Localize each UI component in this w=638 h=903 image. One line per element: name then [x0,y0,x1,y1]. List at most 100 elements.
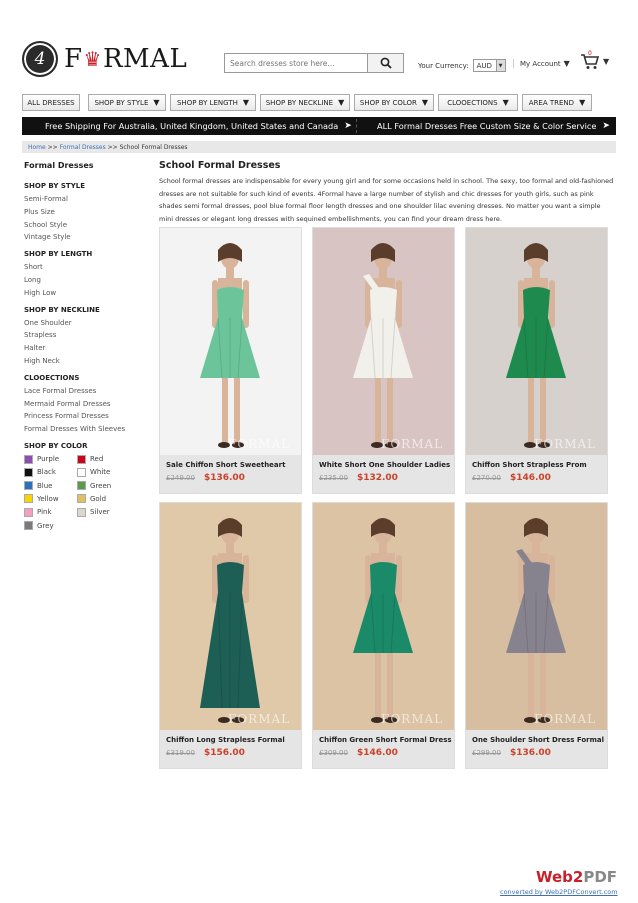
account-menu[interactable]: My Account ▼ [513,59,570,68]
watermark-logo: FORMAL [381,437,444,451]
promo-custom-text: ALL Formal Dresses Free Custom Size & Co… [377,121,597,131]
sidebar-item-semi-formal[interactable]: Semi-Formal [24,193,154,206]
sidebar-item-short[interactable]: Short [24,261,154,274]
sidebar-item-plus-size[interactable]: Plus Size [24,206,154,219]
color-filter-red[interactable]: Red [77,453,137,465]
promo-shipping[interactable]: Free Shipping For Australia, United King… [22,121,356,131]
nav-shop-by-length[interactable]: SHOP BY LENGTH ▼ [170,94,256,111]
color-swatch [77,467,86,477]
nav-area-trend[interactable]: AREA TREND ▼ [522,94,592,111]
product-image[interactable]: FORMAL [160,503,301,730]
color-filter-black[interactable]: Black [24,466,77,478]
color-filter-white[interactable]: White [77,466,137,478]
currency-dropdown[interactable]: AUD ▼ [472,59,506,72]
color-swatch [77,507,86,517]
chevron-down-icon: ▼ [153,98,160,107]
sale-price: $132.00 [356,473,398,483]
sidebar-item-high-low[interactable]: High Low [24,287,154,300]
original-price: £309.00 [319,749,348,757]
product-card[interactable]: FORMAL White Short One Shoulder Ladies £23… [312,227,455,494]
product-price-row: £235.00 $132.00 [319,473,398,483]
product-image[interactable]: FORMAL [466,503,607,730]
original-price: £299.00 [472,749,501,757]
color-label: White [90,468,111,477]
color-label: Purple [37,455,60,464]
sidebar-item-vintage-style[interactable]: Vintage Style [24,231,154,244]
product-name[interactable]: Chiffon Green Short Formal Dress [319,736,452,744]
cart-count: 0 [588,50,592,57]
color-swatch [77,494,86,504]
sidebar-item-one-shoulder[interactable]: One Shoulder [24,317,154,330]
product-card[interactable]: FORMAL One Shoulder Short Dress Formal £29… [465,502,608,769]
sidebar-heading-length: SHOP BY LENGTH [24,250,93,259]
sidebar-item-mermaid[interactable]: Mermaid Formal Dresses [24,398,154,411]
play-arrow-icon: ➤ [344,121,352,131]
breadcrumb-separator: >> [107,143,118,151]
web2pdf-logo: Web2PDF [536,868,617,886]
product-name[interactable]: Sale Chiffon Short Sweetheart [166,461,285,469]
sidebar-item-with-sleeves[interactable]: Formal Dresses With Sleeves [24,423,154,436]
color-label: Black [37,468,56,477]
nav-shop-by-neckline[interactable]: SHOP BY NECKLINE ▼ [260,94,350,111]
color-filter-blue[interactable]: Blue [24,480,77,492]
color-filter-green[interactable]: Green [77,480,137,492]
search-input[interactable] [225,54,367,72]
product-card[interactable]: FORMAL Chiffon Short Strapless Prom £270.0… [465,227,608,494]
original-price: £319.00 [166,749,195,757]
product-image[interactable]: FORMAL [313,503,454,730]
color-filter-gold[interactable]: Gold [77,493,137,505]
breadcrumb-home[interactable]: Home [28,144,46,151]
sidebar-item-long[interactable]: Long [24,274,154,287]
search-button[interactable] [367,54,403,72]
promo-custom-size[interactable]: ALL Formal Dresses Free Custom Size & Co… [356,119,616,133]
nav-all-dresses[interactable]: ALL DRESSES [22,94,80,111]
product-image[interactable]: FORMAL [160,228,301,455]
sidebar-item-high-neck[interactable]: High Neck [24,355,154,368]
nav-collections[interactable]: CLOOECTIONS ▼ [438,94,518,111]
color-filter-yellow[interactable]: Yellow [24,493,77,505]
sidebar-item-school-style[interactable]: School Style [24,219,154,232]
sidebar-item-strapless[interactable]: Strapless [24,329,154,342]
sidebar-item-halter[interactable]: Halter [24,342,154,355]
color-filter-pink[interactable]: Pink [24,506,77,518]
web2pdf-link[interactable]: converted by Web2PDFConvert.com [500,888,618,896]
nav-shop-by-color[interactable]: SHOP BY COLOR ▼ [354,94,434,111]
product-name[interactable]: White Short One Shoulder Ladies [319,461,450,469]
sidebar-item-princess[interactable]: Princess Formal Dresses [24,410,154,423]
color-filter-purple[interactable]: Purple [24,453,77,465]
product-card[interactable]: FORMAL Chiffon Green Short Formal Dress £3… [312,502,455,769]
watermark-logo: FORMAL [534,712,597,726]
nav-label: AREA TREND [528,98,575,107]
product-image[interactable]: FORMAL [466,228,607,455]
chevron-down-icon: ▼ [502,98,509,107]
sidebar-title: Formal Dresses [24,161,94,170]
product-name[interactable]: One Shoulder Short Dress Formal [472,736,604,744]
currency-label: Your Currency: [418,61,469,70]
sidebar-item-lace[interactable]: Lace Formal Dresses [24,385,154,398]
color-filter-silver[interactable]: Silver [77,506,137,518]
crown-icon: ♛ [83,47,102,71]
sale-price: $156.00 [203,748,245,758]
color-filter-grey[interactable]: Grey [24,519,77,531]
product-card[interactable]: FORMAL Chiffon Long Strapless Formal £319.… [159,502,302,769]
watermark-logo: FORMAL [228,437,291,451]
web2pdf-logo-pre: Web2 [536,868,584,886]
nav-shop-by-style[interactable]: SHOP BY STYLE ▼ [88,94,166,111]
breadcrumb-formal-dresses[interactable]: Formal Dresses [60,144,106,151]
original-price: £235.00 [319,474,348,482]
search-bar [224,53,404,73]
product-card[interactable]: FORMAL Sale Chiffon Short Sweetheart £249.… [159,227,302,494]
color-label: Grey [37,521,54,530]
site-logo[interactable]: 4 F ♛ RMAL [22,41,187,77]
product-name[interactable]: Chiffon Short Strapless Prom [472,461,587,469]
product-name[interactable]: Chiffon Long Strapless Formal [166,736,285,744]
watermark-logo: FORMAL [381,712,444,726]
cart-button[interactable]: 0 ▼ [580,50,610,70]
chevron-down-icon: ▼ [603,56,610,66]
product-price-row: £249.00 $136.00 [166,473,245,483]
chevron-down-icon: ▼ [338,98,345,107]
breadcrumb-separator: >> [47,143,58,151]
color-swatch [24,454,33,464]
color-label: Pink [37,508,52,517]
product-image[interactable]: FORMAL [313,228,454,455]
